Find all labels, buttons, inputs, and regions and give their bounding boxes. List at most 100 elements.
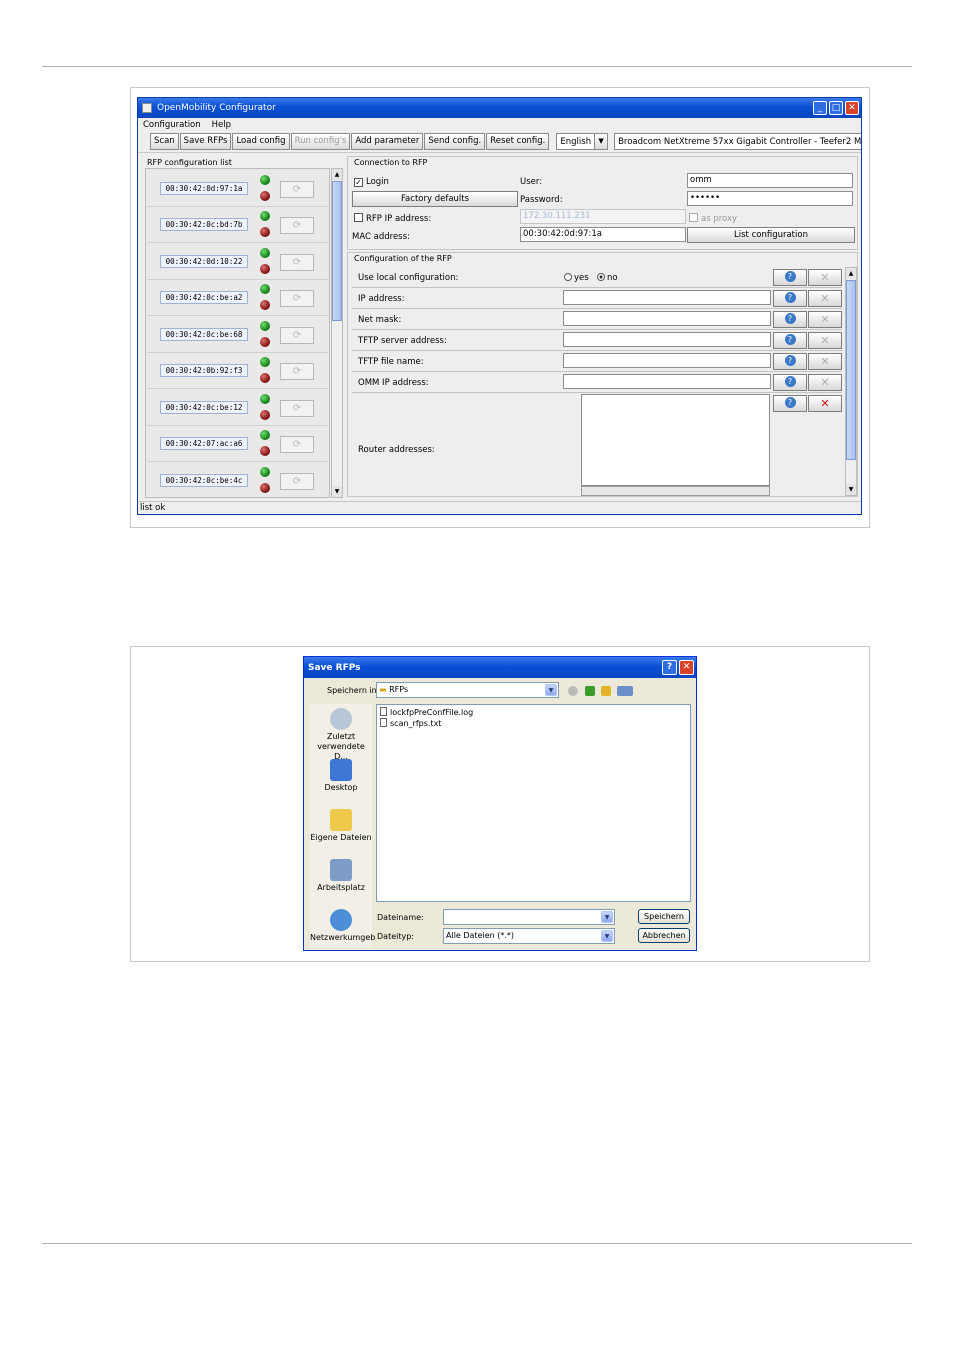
refresh-icon[interactable]: ⟳ bbox=[280, 181, 314, 198]
rfp-row[interactable]: 00:30:42:0b:92:f3 ⟳ bbox=[147, 353, 328, 389]
refresh-icon[interactable]: ⟳ bbox=[280, 290, 314, 307]
factory-defaults-button[interactable]: Factory defaults bbox=[352, 191, 518, 207]
new-folder-icon[interactable] bbox=[601, 686, 611, 696]
rfp-row[interactable]: 00:30:42:0c:bd:7b ⟳ bbox=[147, 207, 328, 243]
save-button[interactable]: Speichern bbox=[638, 909, 690, 924]
up-folder-icon[interactable] bbox=[585, 686, 595, 696]
rfp-row[interactable]: 00:30:42:0c:be:68 ⟳ bbox=[147, 317, 328, 353]
delete-red-icon[interactable]: ✕ bbox=[808, 395, 842, 412]
close-icon[interactable]: ✕ bbox=[845, 101, 859, 115]
interface-select[interactable]: Broadcom NetXtreme 57xx Gigabit Controll… bbox=[614, 133, 862, 150]
cancel-button[interactable]: Abbrechen bbox=[638, 928, 690, 943]
filename-input[interactable]: ▼ bbox=[443, 909, 615, 925]
mac-field[interactable]: 00:30:42:0d:97:1a bbox=[520, 227, 686, 242]
save-rfps-button[interactable]: Save RFPs bbox=[179, 133, 232, 150]
close-icon[interactable]: ✕ bbox=[679, 660, 694, 675]
rfp-row[interactable]: 00:30:42:0d:97:1a ⟳ bbox=[147, 171, 328, 207]
rfp-ip-field[interactable]: 172.30.111.231 bbox=[520, 209, 686, 224]
rfp-row[interactable]: 00:30:42:0c:be:4c ⟳ bbox=[147, 463, 328, 497]
info-button[interactable]: ? bbox=[773, 311, 807, 328]
info-button[interactable]: ? bbox=[773, 353, 807, 370]
refresh-icon[interactable]: ⟳ bbox=[280, 217, 314, 234]
help-icon: ? bbox=[784, 271, 796, 282]
info-button[interactable]: ? bbox=[773, 332, 807, 349]
place-network[interactable]: Netzwerkumgeb bbox=[310, 909, 375, 943]
info-button[interactable]: ? bbox=[773, 395, 807, 412]
language-select[interactable]: English ▼ bbox=[556, 133, 609, 150]
back-icon[interactable] bbox=[568, 686, 578, 696]
minimize-icon[interactable]: _ bbox=[813, 101, 827, 115]
tftp-server-field[interactable] bbox=[563, 332, 771, 347]
refresh-icon[interactable]: ⟳ bbox=[280, 400, 314, 417]
filename-label: Dateiname: bbox=[377, 913, 424, 922]
menu-configuration[interactable]: Configuration bbox=[143, 120, 201, 130]
as-proxy-checkbox[interactable]: as proxy bbox=[689, 213, 737, 224]
reset-config-button[interactable]: Reset config. bbox=[486, 133, 550, 150]
delete-button[interactable]: ✕ bbox=[808, 332, 842, 349]
scroll-down-icon[interactable]: ▼ bbox=[846, 484, 856, 495]
config-scrollbar[interactable]: ▲ ▼ bbox=[845, 267, 857, 496]
delete-button[interactable]: ✕ bbox=[808, 374, 842, 391]
scroll-up-icon[interactable]: ▲ bbox=[332, 169, 342, 180]
place-documents[interactable]: Eigene Dateien bbox=[310, 809, 372, 843]
tftp-file-field[interactable] bbox=[563, 353, 771, 368]
file-item[interactable]: lockfpPreConfFile.log bbox=[380, 707, 473, 718]
rfp-ip-label: RFP IP address: bbox=[366, 214, 432, 224]
user-field[interactable]: omm bbox=[687, 173, 853, 188]
ip-address-field[interactable] bbox=[563, 290, 771, 305]
delete-button[interactable]: ✕ bbox=[808, 353, 842, 370]
router-list[interactable] bbox=[581, 394, 770, 486]
net-mask-field[interactable] bbox=[563, 311, 771, 326]
interface-value: Broadcom NetXtreme 57xx Gigabit Controll… bbox=[618, 136, 862, 147]
filetype-select[interactable]: Alle Dateien (*.*) ▼ bbox=[443, 928, 615, 944]
info-button[interactable]: ? bbox=[773, 374, 807, 391]
refresh-icon[interactable]: ⟳ bbox=[280, 327, 314, 344]
view-menu-icon[interactable] bbox=[617, 686, 633, 696]
rfp-row[interactable]: 00:30:42:07:ac:a6 ⟳ bbox=[147, 426, 328, 462]
send-config-button[interactable]: Send config. bbox=[424, 133, 486, 150]
login-checkbox[interactable]: ✓ Login bbox=[354, 177, 389, 187]
refresh-icon[interactable]: ⟳ bbox=[280, 436, 314, 453]
file-item[interactable]: scan_rfps.txt bbox=[380, 718, 441, 729]
net-mask-label: Net mask: bbox=[358, 315, 402, 325]
help-icon[interactable]: ? bbox=[662, 660, 677, 675]
maximize-icon[interactable]: □ bbox=[829, 101, 843, 115]
rfp-list-scrollbar[interactable]: ▲ ▼ bbox=[331, 168, 343, 498]
omm-ip-field[interactable] bbox=[563, 374, 771, 389]
load-config-button[interactable]: Load config bbox=[232, 133, 290, 150]
delete-button[interactable]: ✕ bbox=[808, 269, 842, 286]
refresh-icon[interactable]: ⟳ bbox=[280, 254, 314, 271]
ip-address-label: IP address: bbox=[358, 294, 405, 304]
filetype-label: Dateityp: bbox=[377, 932, 414, 941]
rfp-ip-checkbox[interactable]: RFP IP address: bbox=[354, 213, 431, 224]
scroll-up-icon[interactable]: ▲ bbox=[846, 268, 856, 279]
refresh-icon[interactable]: ⟳ bbox=[280, 363, 314, 380]
menu-help[interactable]: Help bbox=[212, 120, 231, 130]
scroll-down-icon[interactable]: ▼ bbox=[332, 486, 342, 497]
info-button[interactable]: ? bbox=[773, 290, 807, 307]
scan-button[interactable]: Scan bbox=[150, 133, 179, 150]
delete-button[interactable]: ✕ bbox=[808, 290, 842, 307]
scroll-thumb[interactable] bbox=[846, 280, 856, 460]
delete-button[interactable]: ✕ bbox=[808, 311, 842, 328]
place-computer[interactable]: Arbeitsplatz bbox=[310, 859, 372, 893]
rfp-row[interactable]: 00:30:42:0c:be:12 ⟳ bbox=[147, 390, 328, 426]
rfp-row[interactable]: 00:30:42:0c:be:a2 ⟳ bbox=[147, 280, 328, 316]
language-value: English bbox=[560, 136, 592, 147]
place-recent[interactable]: Zuletzt verwendete D... bbox=[310, 708, 372, 762]
rfp-mac: 00:30:42:07:ac:a6 bbox=[160, 437, 248, 450]
radio-no[interactable]: no bbox=[597, 273, 618, 283]
add-parameter-button[interactable]: Add parameter bbox=[351, 133, 424, 150]
info-button[interactable]: ? bbox=[773, 269, 807, 286]
refresh-icon[interactable]: ⟳ bbox=[280, 473, 314, 490]
look-in-select[interactable]: ▬ RFPs ▼ bbox=[376, 682, 559, 698]
radio-yes[interactable]: yes bbox=[564, 273, 589, 283]
place-desktop[interactable]: Desktop bbox=[310, 759, 372, 793]
rfp-row[interactable]: 00:30:42:0d:10:22 ⟳ bbox=[147, 244, 328, 280]
rfp-mac: 00:30:42:0b:92:f3 bbox=[160, 364, 248, 377]
dialog-titlebar: Save RFPs ? ✕ bbox=[304, 657, 696, 678]
scroll-thumb[interactable] bbox=[332, 181, 342, 321]
list-configuration-button[interactable]: List configuration bbox=[687, 227, 855, 243]
run-configs-button[interactable]: Run config's bbox=[290, 133, 351, 150]
password-field[interactable]: •••••• bbox=[687, 191, 853, 206]
